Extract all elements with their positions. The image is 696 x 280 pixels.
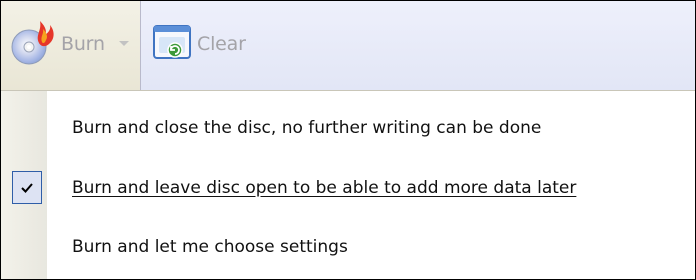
checkmark-indicator — [12, 171, 42, 204]
checkmark-icon — [21, 182, 33, 193]
clear-button-label: Clear — [197, 33, 246, 55]
burn-options-menu: Burn and close the disc, no further writ… — [1, 91, 695, 279]
menu-item-choose-settings[interactable]: Burn and let me choose settings — [1, 227, 695, 267]
toolbar: Burn Clear — [1, 1, 695, 91]
chevron-down-icon[interactable] — [119, 41, 129, 46]
menu-item-label: Burn and leave disc open to be able to a… — [72, 178, 577, 198]
menu-item-burn-and-leave-open[interactable]: Burn and leave disc open to be able to a… — [1, 168, 695, 208]
burn-button-group: Burn — [1, 1, 141, 90]
burn-disc-flame-icon — [9, 17, 59, 71]
menu-item-label: Burn and close the disc, no further writ… — [72, 118, 542, 138]
burn-button[interactable]: Burn — [9, 15, 105, 73]
menu-item-label: Burn and let me choose settings — [72, 237, 348, 257]
burn-options-window: Burn Clear Burn and close the disc, no f… — [0, 0, 696, 280]
clear-button[interactable]: Clear — [151, 15, 246, 73]
clear-list-icon — [151, 20, 195, 68]
burn-button-label: Burn — [61, 33, 105, 55]
menu-item-burn-and-close[interactable]: Burn and close the disc, no further writ… — [1, 108, 695, 148]
